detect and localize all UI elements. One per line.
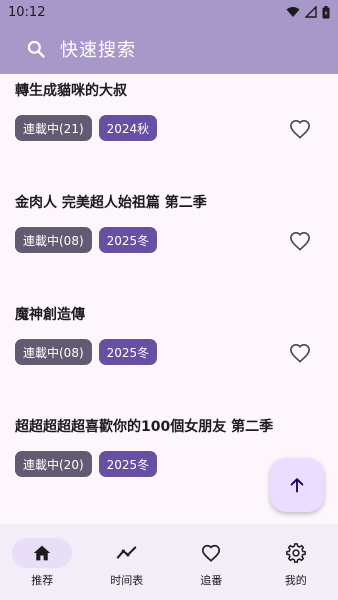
- nav-label: 推荐: [31, 574, 54, 587]
- arrow-up-icon: [290, 478, 304, 493]
- nav-label: 追番: [200, 574, 223, 587]
- anime-card[interactable]: 轉生成貓咪的大叔 連載中(21) 2024秋: [0, 74, 338, 186]
- heart-icon: [202, 544, 221, 562]
- status-icons: [286, 5, 330, 19]
- anime-title: 轉生成貓咪的大叔: [15, 83, 127, 99]
- app-bar: 快速搜索: [0, 24, 338, 74]
- anime-title: 超超超超超喜歡你的100個女朋友 第二季: [15, 419, 274, 435]
- heart-outline-icon: [290, 343, 310, 363]
- chip-row: 連載中(20) 2025冬: [15, 451, 158, 477]
- favorite-button[interactable]: [288, 117, 312, 141]
- chip-row: 連載中(08) 2025冬: [15, 339, 158, 365]
- anime-title: 魔神創造傳: [15, 307, 85, 323]
- nav-icon-indicator: [266, 538, 326, 568]
- nav-icon-indicator: [12, 538, 73, 568]
- timeline-icon: [116, 546, 137, 559]
- status-chip: 連載中(08): [15, 339, 92, 365]
- nav-item-profile[interactable]: 我的: [254, 524, 338, 600]
- bottom-navigation: 推荐 时间表 追番 我的: [0, 524, 338, 600]
- heart-outline-icon: [290, 231, 310, 251]
- anime-card[interactable]: 金肉人 完美超人始祖篇 第二季 連載中(08) 2025冬: [0, 186, 338, 298]
- search-icon: [27, 40, 45, 58]
- nav-icon-indicator: [97, 538, 157, 568]
- chip-row: 連載中(21) 2024秋: [15, 115, 158, 141]
- status-bar: 10:12: [0, 0, 338, 24]
- nav-item-timeline[interactable]: 时间表: [85, 524, 170, 600]
- anime-card[interactable]: 魔神創造傳 連載中(08) 2025冬: [0, 298, 338, 410]
- signal-icon: [305, 6, 317, 18]
- wifi-icon: [286, 7, 300, 17]
- favorite-button[interactable]: [288, 341, 312, 365]
- nav-label: 时间表: [110, 574, 144, 587]
- nav-item-following[interactable]: 追番: [169, 524, 254, 600]
- status-chip: 連載中(20): [15, 451, 92, 477]
- status-chip: 連載中(08): [15, 227, 92, 253]
- season-chip[interactable]: 2024秋: [98, 115, 158, 141]
- scroll-to-top-button[interactable]: [270, 458, 324, 512]
- battery-icon: [322, 5, 330, 18]
- status-chip: 連載中(21): [15, 115, 92, 141]
- gear-icon: [285, 543, 306, 563]
- nav-item-recommend[interactable]: 推荐: [0, 524, 85, 600]
- season-chip[interactable]: 2025冬: [98, 451, 158, 477]
- chip-row: 連載中(08) 2025冬: [15, 227, 158, 253]
- favorite-button[interactable]: [288, 229, 312, 253]
- home-icon: [34, 545, 51, 561]
- season-chip[interactable]: 2025冬: [98, 339, 158, 365]
- search-button[interactable]: 快速搜索: [26, 36, 136, 62]
- status-time: 10:12: [8, 4, 46, 20]
- season-chip[interactable]: 2025冬: [98, 227, 158, 253]
- anime-list[interactable]: 轉生成貓咪的大叔 連載中(21) 2024秋 金肉人 完美超人始祖篇 第二季 連…: [0, 74, 338, 524]
- nav-icon-indicator: [181, 538, 241, 568]
- anime-title: 金肉人 完美超人始祖篇 第二季: [15, 195, 207, 211]
- search-label: 快速搜索: [60, 40, 136, 61]
- heart-outline-icon: [290, 119, 310, 139]
- nav-label: 我的: [284, 574, 307, 587]
